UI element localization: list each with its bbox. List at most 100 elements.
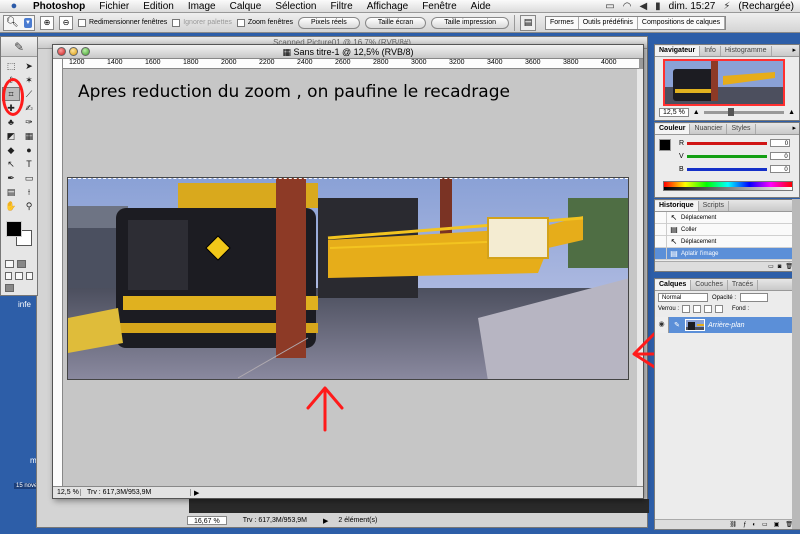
eraser-tool-icon[interactable]: ◩ bbox=[2, 129, 20, 143]
menu-aide[interactable]: Aide bbox=[464, 1, 498, 12]
dodge-tool-icon[interactable]: ● bbox=[20, 143, 38, 157]
quick-mask-icon[interactable] bbox=[17, 260, 26, 268]
zoom-window-icon[interactable] bbox=[81, 47, 90, 56]
apple-icon[interactable]: ● bbox=[8, 0, 20, 12]
jump-to-imageready-icon[interactable] bbox=[5, 284, 14, 292]
tab-history[interactable]: Historique bbox=[655, 201, 699, 211]
battery-icon[interactable]: ▮ bbox=[655, 1, 661, 12]
well-tab-outils[interactable]: Outils prédéfinis bbox=[579, 16, 638, 29]
play-arrow-icon[interactable]: ▶ bbox=[323, 517, 328, 525]
history-brush-source[interactable] bbox=[655, 247, 667, 260]
wifi-icon[interactable]: ◠ bbox=[623, 1, 632, 12]
history-brush-source[interactable] bbox=[655, 223, 667, 236]
menu-edition[interactable]: Edition bbox=[136, 1, 181, 12]
marquee-tool-icon[interactable]: ⬚ bbox=[2, 59, 20, 73]
menu-selection[interactable]: Sélection bbox=[268, 1, 323, 12]
link-icon[interactable]: ⛓︎ bbox=[729, 521, 737, 528]
feather-icon[interactable]: ✎ bbox=[1, 37, 37, 57]
tab-info[interactable]: Info bbox=[700, 46, 721, 56]
clock[interactable]: dim. 15:27 bbox=[669, 1, 716, 12]
eye-icon[interactable]: ◉ bbox=[655, 317, 669, 333]
history-brush-icon[interactable]: ✑ bbox=[20, 115, 38, 129]
menu-image[interactable]: Image bbox=[181, 1, 223, 12]
history-item[interactable]: ↖ Déplacement bbox=[655, 211, 799, 224]
magic-wand-icon[interactable]: ✶ bbox=[20, 73, 38, 87]
zoom-slider[interactable] bbox=[703, 108, 785, 116]
menu-fichier[interactable]: Fichier bbox=[92, 1, 136, 12]
lock-position-checkbox[interactable] bbox=[704, 305, 713, 313]
layer-name[interactable]: Arrière-plan bbox=[708, 322, 789, 329]
crop-marquee-edge[interactable] bbox=[68, 178, 628, 179]
desktop-file-label[interactable]: infe bbox=[18, 300, 31, 309]
standard-mode-icon[interactable] bbox=[5, 260, 14, 268]
tab-swatches[interactable]: Nuancier bbox=[690, 124, 728, 134]
navigator-zoom-field[interactable]: 12,5 % bbox=[659, 108, 689, 117]
channel-value[interactable]: 0 bbox=[769, 152, 790, 160]
pen-tool-icon[interactable]: ✒ bbox=[2, 171, 20, 185]
layer-row[interactable]: ◉ ✎ Arrière-plan 🔒︎ bbox=[655, 317, 799, 333]
eyedropper-icon[interactable]: ⟊ bbox=[20, 185, 38, 199]
actual-pixels-button[interactable]: Pixels réels bbox=[298, 16, 360, 29]
slider-knob[interactable] bbox=[727, 108, 734, 116]
menu-affichage[interactable]: Affichage bbox=[360, 1, 416, 12]
menu-app[interactable]: Photoshop bbox=[26, 1, 92, 12]
foreground-swatch[interactable] bbox=[659, 139, 671, 151]
blur-tool-icon[interactable]: ◆ bbox=[2, 143, 20, 157]
history-brush-source[interactable] bbox=[655, 211, 667, 224]
tab-paths[interactable]: Tracés bbox=[728, 280, 759, 290]
lock-transparency-checkbox[interactable] bbox=[682, 305, 691, 313]
play-arrow-icon[interactable]: ▶ bbox=[191, 489, 202, 497]
zoom-field[interactable]: 12,5 % bbox=[53, 489, 81, 496]
tool-preset-picker[interactable]: 🔍︎ ▼ bbox=[3, 14, 35, 31]
horizontal-ruler[interactable]: 1200 1400 1600 1800 2000 2200 2400 2600 2800 3000… bbox=[63, 59, 639, 69]
display-icon[interactable]: ▭ bbox=[605, 1, 614, 12]
channel-slider[interactable] bbox=[686, 154, 767, 158]
new-document-icon[interactable]: ▭ bbox=[768, 263, 774, 270]
close-icon[interactable] bbox=[57, 47, 66, 56]
color-ramp[interactable] bbox=[663, 181, 793, 191]
vertical-scrollbar[interactable] bbox=[637, 69, 643, 488]
new-layer-icon[interactable]: ▣ bbox=[774, 521, 780, 528]
resize-windows-checkbox[interactable]: Redimensionner fenêtres bbox=[78, 18, 167, 27]
file-browser-icon[interactable]: ▤ bbox=[519, 14, 536, 31]
channel-slider[interactable] bbox=[687, 141, 768, 145]
history-item-selected[interactable]: ▤ Aplatir l'image bbox=[655, 247, 799, 260]
fit-screen-button[interactable]: Taille écran bbox=[364, 16, 427, 29]
tab-layers[interactable]: Calques bbox=[655, 280, 692, 290]
tab-channels[interactable]: Couches bbox=[691, 280, 728, 290]
history-brush-source[interactable] bbox=[655, 235, 667, 248]
history-item[interactable]: ▤ Coller bbox=[655, 223, 799, 236]
layer-style-icon[interactable]: ƒ bbox=[743, 522, 746, 528]
zoom-in-icon[interactable]: ▲ bbox=[788, 109, 795, 116]
well-tab-formes[interactable]: Formes bbox=[546, 16, 579, 29]
channel-value[interactable]: 0 bbox=[769, 165, 790, 173]
new-group-icon[interactable]: ▭ bbox=[762, 521, 768, 528]
gradient-tool-icon[interactable]: ▦ bbox=[20, 129, 38, 143]
screen-mode-full-icon[interactable] bbox=[25, 272, 33, 280]
opacity-field[interactable] bbox=[740, 293, 769, 302]
canvas[interactable]: Apres reduction du zoom , on paufine le … bbox=[63, 69, 639, 488]
zoom-out-icon[interactable]: ▲ bbox=[693, 109, 700, 116]
zoom-in-icon[interactable]: ⊕ bbox=[40, 15, 54, 30]
checkbox-box[interactable] bbox=[78, 18, 86, 27]
channel-slider[interactable] bbox=[686, 167, 767, 171]
path-select-icon[interactable]: ↖ bbox=[2, 157, 20, 171]
menu-filtre[interactable]: Filtre bbox=[323, 1, 359, 12]
foreground-color[interactable] bbox=[6, 221, 22, 237]
photo-image[interactable] bbox=[67, 177, 629, 380]
zoom-field[interactable]: 16,67 % bbox=[187, 516, 227, 525]
volume-icon[interactable]: ◀ bbox=[639, 1, 647, 12]
tab-navigator[interactable]: Navigateur bbox=[655, 46, 701, 56]
blend-mode-select[interactable]: Normal bbox=[658, 293, 708, 302]
tab-styles[interactable]: Styles bbox=[727, 124, 756, 134]
zoom-tool-icon[interactable]: ⚲ bbox=[20, 199, 38, 213]
ignore-palettes-checkbox[interactable]: Ignorer palettes bbox=[172, 18, 232, 27]
history-item[interactable]: ↖ Déplacement bbox=[655, 235, 799, 248]
navigator-thumbnail[interactable] bbox=[663, 59, 785, 106]
zoom-out-icon[interactable]: ⊖ bbox=[59, 15, 73, 30]
screen-mode-menu-icon[interactable] bbox=[15, 272, 23, 280]
hand-tool-icon[interactable]: ✋ bbox=[2, 199, 20, 213]
shape-tool-icon[interactable]: ▭ bbox=[20, 171, 38, 185]
print-size-button[interactable]: Taille impression bbox=[431, 16, 509, 29]
channel-value[interactable]: 0 bbox=[770, 139, 791, 147]
